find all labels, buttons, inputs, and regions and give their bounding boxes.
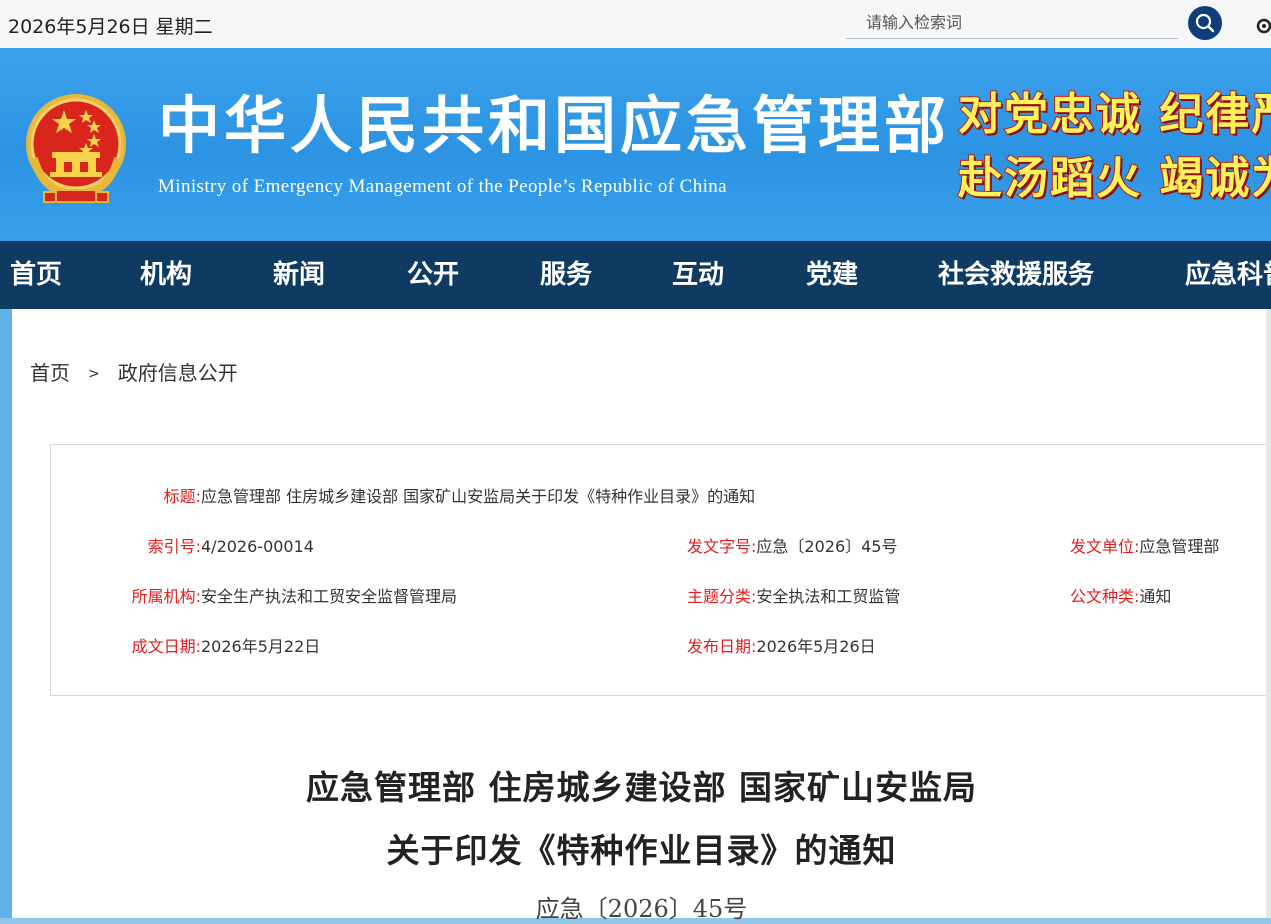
- slogan-line-2: 赴汤蹈火 竭诚为民: [957, 153, 1271, 205]
- left-page-edge: [0, 309, 12, 918]
- nav-item-home[interactable]: 首页: [10, 241, 62, 309]
- search-button[interactable]: [1188, 6, 1222, 40]
- info-issuer-value: 应急管理部: [1139, 537, 1220, 556]
- info-published-date-label: 发布日期:: [687, 637, 757, 656]
- info-index-no-value: 4/2026-00014: [201, 537, 314, 556]
- top-bar: 2026年5月26日 星期二: [0, 0, 1271, 48]
- breadcrumb-home-link[interactable]: 首页: [30, 361, 70, 385]
- info-index-no-label: 索引号:: [147, 537, 201, 556]
- document-info-box: 标题:应急管理部 住房城乡建设部 国家矿山安监局关于印发《特种作业目录》的通知 …: [50, 444, 1271, 696]
- site-subtitle: Ministry of Emergency Management of the …: [158, 176, 728, 197]
- document-number: 应急〔2026〕45号: [535, 895, 748, 923]
- info-index-no: 索引号:4/2026-00014: [51, 536, 314, 558]
- national-emblem-icon: [26, 94, 126, 203]
- current-date: 2026年5月26日 星期二: [8, 16, 213, 38]
- main-content: 首页 > 政府信息公开 标题:应急管理部 住房城乡建设部 国家矿山安监局关于印发《特…: [12, 309, 1271, 923]
- info-doc-type-label: 公文种类:: [1070, 587, 1140, 606]
- info-created-date-value: 2026年5月22日: [201, 637, 321, 656]
- accessibility-icon[interactable]: [1254, 12, 1271, 36]
- info-topic-value: 安全执法和工贸监管: [756, 587, 901, 606]
- search-input[interactable]: [846, 7, 1178, 39]
- info-doc-no-value: 应急〔2026〕45号: [756, 537, 898, 556]
- info-doc-type: 公文种类:通知: [1070, 586, 1171, 608]
- info-topic-label: 主题分类:: [687, 587, 757, 606]
- info-topic: 主题分类:安全执法和工贸监管: [687, 586, 900, 608]
- nav-item-organization[interactable]: 机构: [140, 241, 192, 309]
- info-created-date-label: 成文日期:: [131, 637, 201, 656]
- info-title-label: 标题:: [163, 487, 201, 506]
- info-issuer-label: 发文单位:: [1070, 537, 1140, 556]
- main-nav: 首页 机构 新闻 公开 服务 互动 党建 社会救援服务 应急科普: [0, 241, 1271, 309]
- search-icon: [1195, 13, 1215, 33]
- nav-item-services[interactable]: 服务: [540, 241, 592, 309]
- info-issuer: 发文单位:应急管理部: [1070, 536, 1219, 558]
- info-doc-type-value: 通知: [1139, 587, 1172, 606]
- nav-item-interaction[interactable]: 互动: [672, 241, 724, 309]
- nav-item-disclosure[interactable]: 公开: [407, 241, 459, 309]
- site-banner: 中华人民共和国应急管理部 Ministry of Emergency Manag…: [0, 48, 1271, 241]
- info-created-date: 成文日期:2026年5月22日: [51, 636, 321, 658]
- nav-item-science[interactable]: 应急科普: [1185, 241, 1271, 309]
- info-published-date-value: 2026年5月26日: [756, 637, 876, 656]
- nav-item-party-building[interactable]: 党建: [806, 241, 858, 309]
- scrollbar[interactable]: [1266, 309, 1271, 918]
- slogan-line-1: 对党忠诚 纪律严明: [957, 89, 1271, 141]
- document-title-line-2: 关于印发《特种作业目录》的通知: [386, 831, 897, 870]
- breadcrumb-current-link[interactable]: 政府信息公开: [118, 361, 238, 385]
- info-title-value: 应急管理部 住房城乡建设部 国家矿山安监局关于印发《特种作业目录》的通知: [201, 487, 756, 506]
- info-agency: 所属机构:安全生产执法和工贸安全监督管理局: [51, 586, 457, 608]
- info-title: 标题:应急管理部 住房城乡建设部 国家矿山安监局关于印发《特种作业目录》的通知: [51, 486, 756, 508]
- info-published-date: 发布日期:2026年5月26日: [687, 636, 876, 658]
- info-agency-value: 安全生产执法和工贸安全监督管理局: [201, 587, 458, 606]
- document-title-line-1: 应急管理部 住房城乡建设部 国家矿山安监局: [306, 768, 977, 807]
- nav-item-social-rescue[interactable]: 社会救援服务: [938, 241, 1094, 309]
- breadcrumb: 首页 > 政府信息公开: [30, 357, 238, 386]
- nav-item-news[interactable]: 新闻: [273, 241, 325, 309]
- info-doc-no-label: 发文字号:: [687, 537, 757, 556]
- info-agency-label: 所属机构:: [131, 587, 201, 606]
- site-title: 中华人民共和国应急管理部: [158, 89, 951, 162]
- breadcrumb-separator: >: [88, 366, 100, 382]
- info-doc-no: 发文字号:应急〔2026〕45号: [687, 536, 898, 558]
